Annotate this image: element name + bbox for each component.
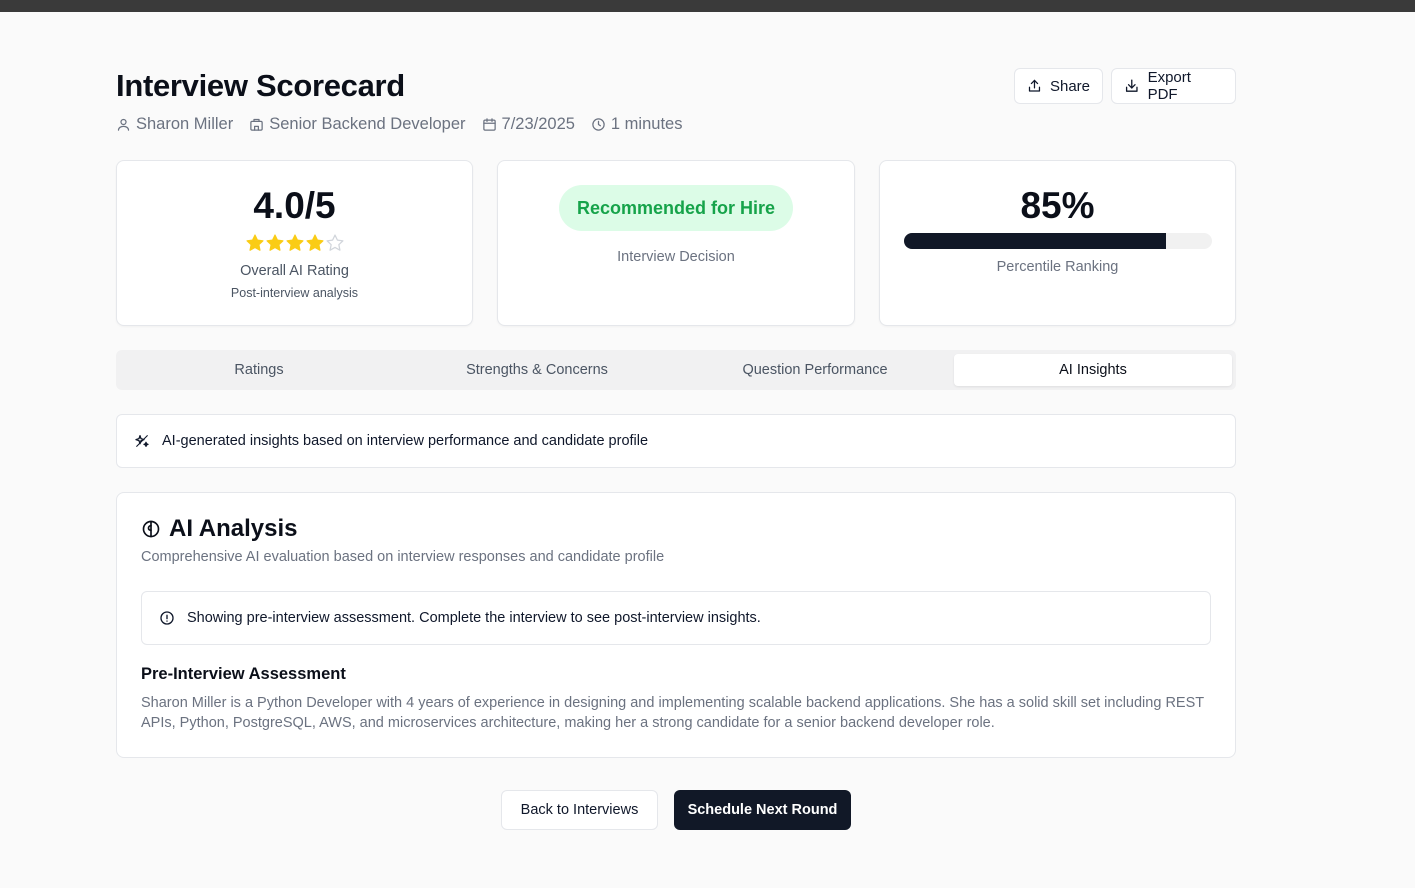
star-empty-icon (325, 234, 344, 251)
scorecard-tabs: Ratings Strengths & Concerns Question Pe… (116, 350, 1236, 390)
ai-analysis-card: AI Analysis Comprehensive AI evaluation … (116, 492, 1236, 758)
decision-label: Interview Decision (617, 249, 735, 265)
back-to-interviews-button[interactable]: Back to Interviews (501, 790, 658, 830)
tab-question-performance[interactable]: Question Performance (676, 354, 954, 386)
rating-value: 4.0/5 (253, 185, 336, 226)
percentile-progress-bar (904, 233, 1212, 249)
star-filled-icon (245, 234, 264, 251)
insights-notice: AI-generated insights based on interview… (116, 414, 1236, 468)
analysis-description: Comprehensive AI evaluation based on int… (141, 549, 665, 565)
star-filled-icon (305, 234, 324, 251)
insights-notice-text: AI-generated insights based on interview… (162, 433, 649, 449)
info-circle-icon (160, 611, 174, 625)
percentile-value: 85% (1020, 185, 1095, 226)
star-rating (117, 233, 472, 253)
rating-label: Overall AI Rating (240, 263, 349, 279)
clock-icon (592, 117, 605, 131)
download-icon (1125, 79, 1138, 92)
calendar-icon (482, 117, 496, 131)
browser-top-bar (0, 0, 1415, 12)
share-icon (1028, 79, 1041, 92)
rating-sublabel: Post-interview analysis (230, 286, 359, 300)
export-label: Export PDF (1147, 69, 1191, 103)
pre-assessment-text: Sharon Miller is a Python Developer with… (141, 695, 1204, 731)
meta-candidate: Sharon Miller (116, 115, 233, 134)
star-filled-icon (285, 234, 304, 251)
interview-meta: Sharon Miller Senior Backend Developer 7… (116, 114, 698, 134)
building-icon (250, 118, 263, 131)
export-pdf-button[interactable]: Export PDF (1111, 68, 1236, 104)
meta-role: Senior Backend Developer (249, 114, 466, 134)
meta-date: 7/23/2025 (482, 115, 575, 134)
interview-date: 7/23/2025 (501, 114, 575, 133)
pre-interview-alert: Showing pre-interview assessment. Comple… (141, 591, 1211, 645)
page-title: Interview Scorecard (116, 68, 405, 103)
tab-ratings[interactable]: Ratings (120, 354, 398, 386)
decision-card: Recommended for Hire Interview Decision (497, 160, 855, 326)
sparkles-icon (135, 435, 149, 447)
share-button[interactable]: Share (1014, 68, 1103, 104)
pre-assessment-heading: Pre-Interview Assessment (141, 665, 346, 683)
percentile-progress-fill (904, 233, 1166, 249)
analysis-title: AI Analysis (141, 515, 298, 543)
meta-duration: 1 minutes (591, 114, 683, 134)
tab-ai-insights[interactable]: AI Insights (954, 354, 1232, 386)
share-label: Share (1049, 77, 1090, 95)
alert-text: Showing pre-interview assessment. Comple… (187, 610, 761, 626)
analysis-title-text: AI Analysis (169, 515, 298, 542)
candidate-name: Sharon Miller (136, 114, 234, 133)
star-filled-icon (265, 234, 284, 251)
percentile-card: 85% Percentile Ranking (879, 160, 1236, 326)
decision-badge: Recommended for Hire (559, 185, 793, 231)
percentile-label: Percentile Ranking (996, 259, 1119, 275)
interview-duration: 1 minutes (610, 114, 683, 133)
overall-rating-card: 4.0/5 Overall AI Rating Post-interview a… (116, 160, 473, 326)
user-icon (117, 118, 130, 131)
tab-strengths-concerns[interactable]: Strengths & Concerns (398, 354, 676, 386)
job-role: Senior Backend Developer (269, 114, 466, 133)
schedule-next-round-button[interactable]: Schedule Next Round (674, 790, 851, 830)
brain-icon (142, 520, 160, 538)
